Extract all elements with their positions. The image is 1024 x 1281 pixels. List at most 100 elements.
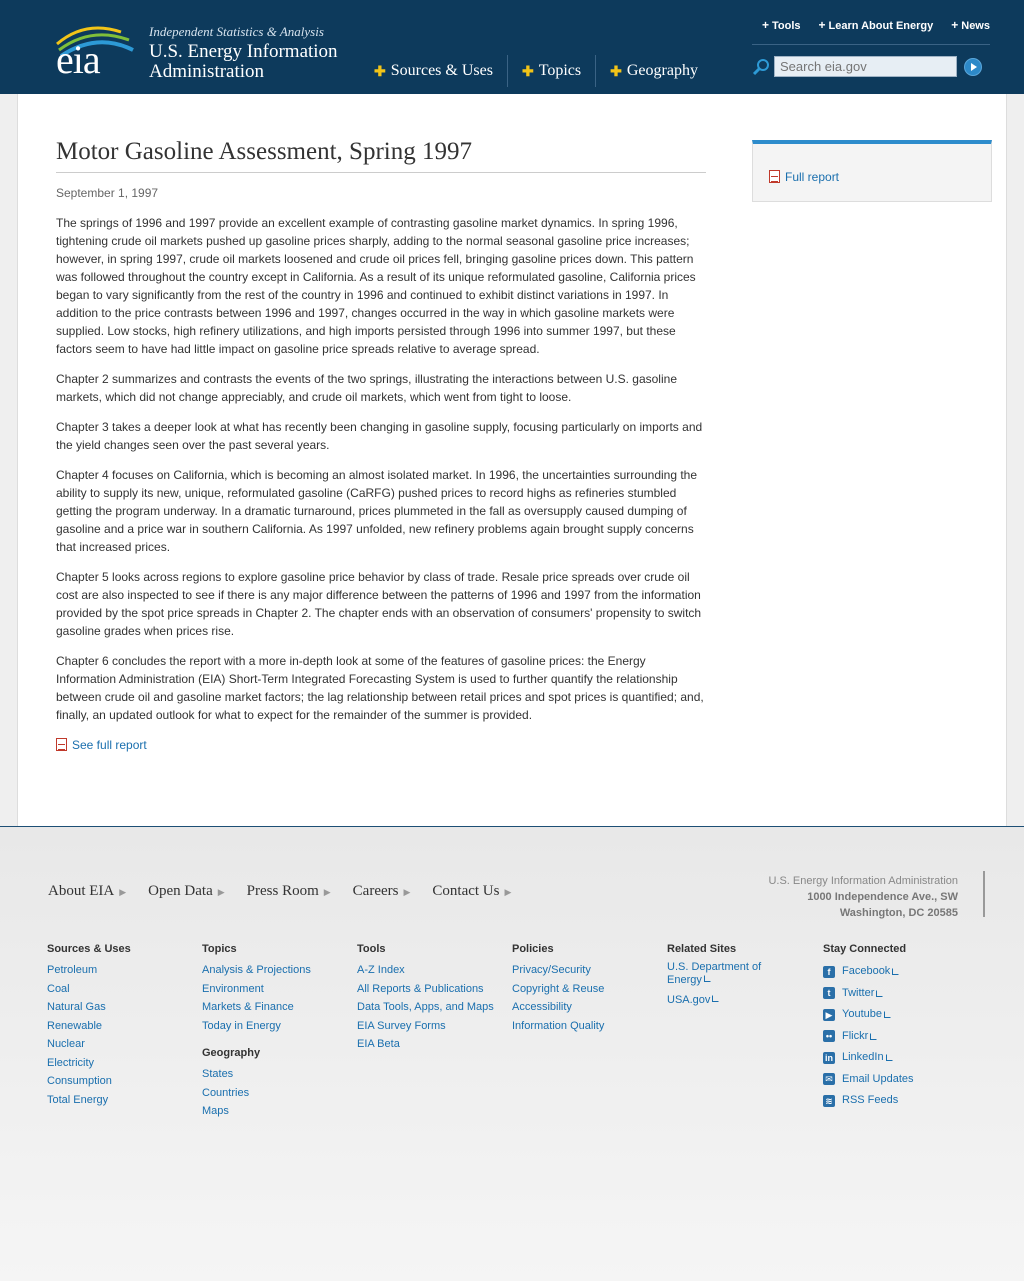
footer-link-consumption[interactable]: Consumption [47,1072,197,1091]
nav-news[interactable]: + News [951,18,990,32]
link-label: RSS Feeds [842,1094,899,1106]
footer-link-all-reports[interactable]: All Reports & Publications [357,980,507,999]
footer-link-email-updates[interactable]: ✉ Email Updates [823,1069,973,1091]
external-link-icon [883,1011,891,1019]
footer-link-nuclear[interactable]: Nuclear [47,1035,197,1054]
org-name-line-2: Administration [149,61,265,82]
footer-link-petroleum[interactable]: Petroleum [47,961,197,980]
footer-nav-contact[interactable]: Contact Us ▶ [432,883,511,900]
footer-link-renewable[interactable]: Renewable [47,1017,197,1036]
footer-link-countries[interactable]: Countries [202,1084,352,1103]
link-label: Facebook [842,965,891,977]
footer-col-stay-connected: Stay Connected f Facebook t Twitter ▶ Youtu… [823,943,973,1112]
nav-label: Learn About Energy [828,20,934,32]
footer-link-total-energy[interactable]: Total Energy [47,1091,197,1110]
external-link-icon [876,989,884,997]
footer-link-copyright[interactable]: Copyright & Reuse [512,980,662,999]
footer-link-linkedin[interactable]: in LinkedIn [823,1047,973,1069]
footer-nav-label: Press Room [246,883,319,899]
footer-link-rss-feeds[interactable]: ≋ RSS Feeds [823,1090,973,1112]
search-submit-button[interactable] [964,58,982,76]
eia-logo-text[interactable]: eia [56,40,101,80]
footer-col-heading: Geography [202,1047,261,1059]
footer-link-maps[interactable]: Maps [202,1102,352,1121]
main-nav: ✚ Sources & Uses ✚ Topics ✚ Geography [360,55,712,87]
footer-link-usa-gov[interactable]: USA.gov [667,991,787,1010]
sidebar-box: Full report [752,140,992,202]
footer-col-sources-uses: Sources & Uses Petroleum Coal Natural Ga… [47,943,197,1109]
full-report-link[interactable]: Full report [769,170,839,184]
external-link-icon [703,975,711,982]
footer-link-doe[interactable]: U.S. Department of Energy [667,961,787,987]
address-line: Washington, DC 20585 [839,907,958,919]
link-label: Flickr [842,1029,869,1042]
footer-nav-label: Careers [352,883,399,899]
search-input[interactable] [774,56,957,77]
footer-link-flickr[interactable]: •• Flickr [823,1026,973,1048]
arrow-right-icon: ▶ [323,887,331,897]
external-link-icon [870,1032,878,1040]
footer-link-today-in-energy[interactable]: Today in Energy [202,1017,352,1036]
see-full-report-link[interactable]: See full report [56,738,147,752]
footer-link-data-tools[interactable]: Data Tools, Apps, and Maps [357,998,507,1017]
org-name[interactable]: U.S. Energy Information Administration [149,42,338,82]
link-label: Email Updates [842,1072,914,1085]
footer-link-a-z-index[interactable]: A-Z Index [357,961,507,980]
pdf-icon [769,170,780,183]
email-icon: ✉ [823,1073,835,1086]
link-label: U.S. Department of Energy [667,961,762,986]
arrow-right-icon: ▶ [217,887,225,897]
footer-link-environment[interactable]: Environment [202,980,352,999]
footer-link-privacy[interactable]: Privacy/Security [512,961,662,980]
link-label: Youtube [842,1008,882,1020]
flickr-icon: •• [823,1030,835,1043]
footer-nav-open-data[interactable]: Open Data ▶ [148,883,224,900]
footer-link-natural-gas[interactable]: Natural Gas [47,998,197,1017]
footer-nav-about[interactable]: About EIA ▶ [48,883,126,900]
nav-label: Geography [626,62,698,79]
linkedin-icon: in [823,1051,835,1064]
footer-link-analysis-projections[interactable]: Analysis & Projections [202,961,352,980]
arrow-right-icon: ▶ [504,887,512,897]
paragraph: The springs of 1996 and 1997 provide an … [56,216,696,356]
footer-col-topics: Topics Analysis & Projections Environmen… [202,943,352,1121]
footer-link-electricity[interactable]: Electricity [47,1054,197,1073]
footer-link-survey-forms[interactable]: EIA Survey Forms [357,1017,507,1036]
utility-nav: + Tools + Learn About Energy + News [750,18,990,32]
footer-link-coal[interactable]: Coal [47,980,197,999]
footer-col-heading: Related Sites [667,943,737,955]
youtube-icon: ▶ [823,1008,835,1021]
link-label: Twitter [842,986,875,999]
footer-link-markets-finance[interactable]: Markets & Finance [202,998,352,1017]
footer-nav-press-room[interactable]: Press Room ▶ [247,883,331,900]
footer-link-states[interactable]: States [202,1065,352,1084]
nav-topics[interactable]: ✚ Topics [506,55,595,87]
footer-link-information-quality[interactable]: Information Quality [512,1017,662,1036]
arrow-right-icon: ▶ [119,887,127,897]
address-divider [983,871,985,917]
article-body: The springs of 1996 and 1997 provide an … [56,214,708,736]
footer-link-facebook[interactable]: f Facebook [823,961,973,983]
footer-link-twitter[interactable]: t Twitter [823,983,973,1005]
nav-geography[interactable]: ✚ Geography [595,55,712,87]
footer-nav-label: Open Data [148,883,213,899]
footer-nav-label: Contact Us [432,883,500,899]
nav-label: Tools [771,20,801,32]
footer-nav-careers[interactable]: Careers ▶ [353,883,411,900]
plus-icon: ✚ [521,62,534,79]
footer-link-accessibility[interactable]: Accessibility [512,998,662,1017]
nav-label: Topics [538,62,582,79]
nav-tools[interactable]: + Tools [762,18,801,32]
plus-icon: + [818,18,826,32]
footer-col-heading: Sources & Uses [47,943,131,955]
footer-link-eia-beta[interactable]: EIA Beta [357,1035,507,1054]
agency-address: U.S. Energy Information Administration 1… [700,873,958,921]
footer-link-youtube[interactable]: ▶ Youtube [823,1004,973,1026]
footer-nav: About EIA ▶ Open Data ▶ Press Room ▶ Career… [48,883,511,900]
nav-sources-uses[interactable]: ✚ Sources & Uses [360,55,507,87]
search-bar [752,56,990,78]
link-label: See full report [72,738,147,752]
nav-learn-about-energy[interactable]: + Learn About Energy [819,18,934,32]
arrow-right-icon: ▶ [403,887,411,897]
plus-icon: ✚ [374,62,386,79]
